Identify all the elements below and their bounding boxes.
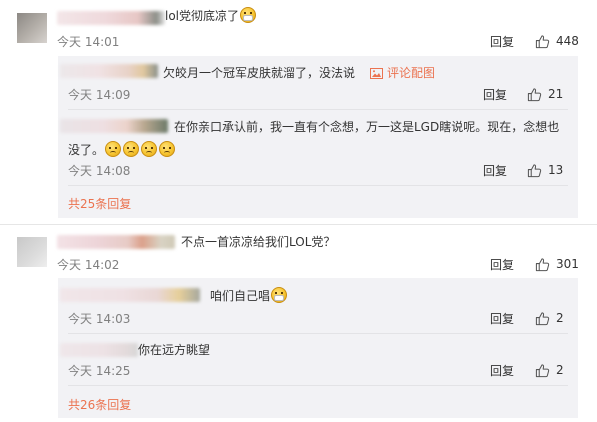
- like-button[interactable]: 2: [535, 310, 564, 326]
- thumbs-up-icon: [535, 311, 550, 325]
- avatar[interactable]: [17, 13, 47, 43]
- username-blurred[interactable]: [60, 119, 168, 133]
- sad-face-emoji: [123, 141, 140, 157]
- comment-thread-1: lol党彻底凉了 今天 14:01 回复 448 欠皎月一个冠军皮肤就溜了，没法…: [0, 0, 597, 222]
- thumbs-up-icon: [527, 87, 542, 101]
- comment-text: 不点一首凉凉给我们LOL党？: [181, 235, 336, 249]
- more-replies-link[interactable]: 共26条回复: [68, 398, 131, 412]
- like-button[interactable]: 301: [535, 256, 579, 272]
- reply-button[interactable]: 回复: [490, 364, 514, 378]
- comment-text: lol党彻底凉了: [165, 7, 257, 25]
- like-count: 301: [556, 257, 579, 271]
- reply-text: 你在远方眺望: [138, 343, 211, 357]
- reply-text-line2: 没了。: [68, 141, 176, 159]
- like-count: 13: [548, 163, 564, 177]
- mask-face-emoji: [240, 7, 257, 23]
- reply-button[interactable]: 回复: [483, 88, 507, 102]
- image-link-label: 评论配图: [387, 66, 436, 80]
- reply-time: 今天 14:03: [68, 312, 131, 326]
- reply-time: 今天 14:09: [68, 88, 131, 102]
- reply-text: 欠皎月一个冠军皮肤就溜了，没法说: [163, 66, 356, 80]
- reply-time: 今天 14:25: [68, 364, 131, 378]
- username-blurred[interactable]: [60, 288, 200, 302]
- reply-button[interactable]: 回复: [490, 258, 514, 272]
- like-button[interactable]: 13: [527, 162, 563, 178]
- reply-button[interactable]: 回复: [490, 312, 514, 326]
- reply-divider: [68, 385, 568, 386]
- reply-button[interactable]: 回复: [490, 35, 514, 49]
- reply-button[interactable]: 回复: [483, 164, 507, 178]
- image-icon: [370, 67, 383, 79]
- username-blurred[interactable]: [60, 64, 158, 78]
- like-button[interactable]: 448: [535, 33, 579, 49]
- username-blurred[interactable]: [60, 343, 138, 357]
- thumbs-up-icon: [527, 163, 542, 177]
- like-count: 448: [556, 34, 579, 48]
- reply-divider: [68, 185, 568, 186]
- like-count: 21: [548, 87, 564, 101]
- reply-divider: [68, 109, 568, 110]
- like-button[interactable]: 2: [535, 362, 564, 378]
- sad-face-emoji: [159, 141, 176, 157]
- like-count: 2: [556, 363, 564, 377]
- like-button[interactable]: 21: [527, 86, 563, 102]
- avatar[interactable]: [17, 237, 47, 267]
- like-count: 2: [556, 311, 564, 325]
- more-replies-link[interactable]: 共25条回复: [68, 197, 131, 211]
- sad-face-emoji: [105, 141, 122, 157]
- username-blurred[interactable]: [57, 11, 165, 25]
- thumbs-up-icon: [535, 363, 550, 377]
- thumbs-up-icon: [535, 34, 550, 48]
- image-link[interactable]: 评论配图: [370, 64, 435, 82]
- reply-text: 咱们自己唱: [210, 287, 288, 305]
- reply-text-line1: 在你亲口承认前，我一直有个念想，万一这是LGD瞎说呢。现在，念想也: [174, 120, 560, 134]
- thumbs-up-icon: [535, 257, 550, 271]
- reply-divider: [68, 333, 568, 334]
- mask-face-emoji: [271, 287, 288, 303]
- comment-time: 今天 14:01: [57, 35, 120, 49]
- username-blurred[interactable]: [57, 235, 175, 249]
- sad-face-emoji: [141, 141, 158, 157]
- comment-time: 今天 14:02: [57, 258, 120, 272]
- reply-time: 今天 14:08: [68, 164, 131, 178]
- comment-thread-2: 不点一首凉凉给我们LOL党？ 今天 14:02 回复 301 咱们自己唱 今天 …: [0, 222, 597, 422]
